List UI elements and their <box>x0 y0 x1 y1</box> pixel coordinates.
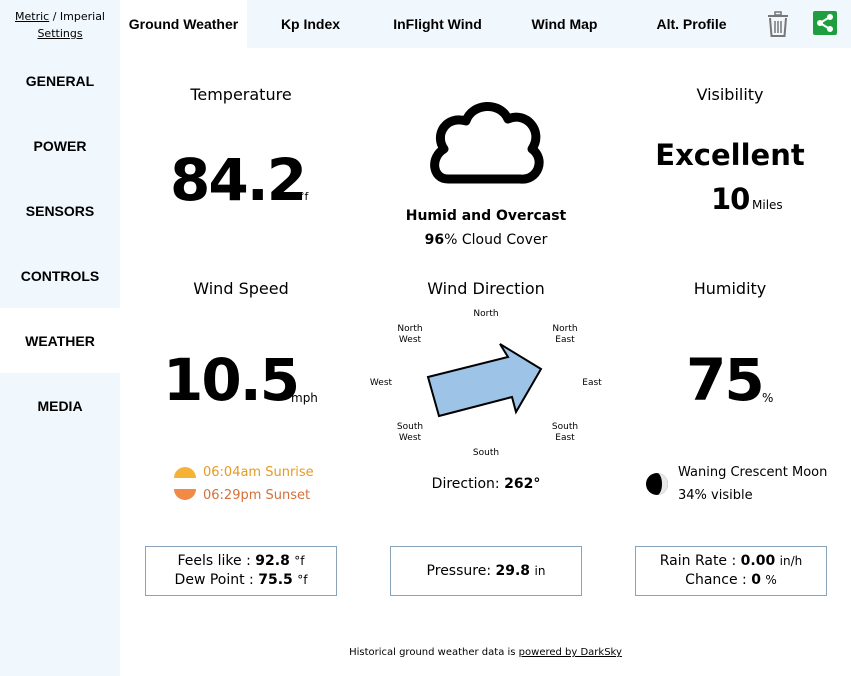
dew-point-label: Dew Point : <box>174 572 259 588</box>
rain-rate-unit: in/h <box>779 554 803 568</box>
footer-text: Historical ground weather data is <box>349 647 519 658</box>
sunrise-time: 06:04am Sunrise <box>203 465 314 480</box>
direction-value: 262° <box>504 476 541 492</box>
compass-east: East <box>582 378 602 388</box>
wind-speed-title: Wind Speed <box>193 279 289 298</box>
rain-box: Rain Rate : 0.00 in/h Chance : 0 % <box>635 546 827 596</box>
tab-inflight-wind[interactable]: InFlight Wind <box>374 0 501 48</box>
cloud-icon <box>430 102 544 184</box>
direction-label: Direction: <box>431 476 505 492</box>
dew-point-unit: °f <box>297 573 308 587</box>
imperial-option[interactable]: Imperial <box>60 10 105 23</box>
rain-rate-label: Rain Rate : <box>659 553 741 569</box>
rain-rate-value: 0.00 <box>740 553 776 569</box>
wind-speed-unit: mph <box>291 391 318 405</box>
sky-condition: Humid and Overcast <box>405 208 567 224</box>
wind-direction-readout: Direction: 262° <box>386 476 586 492</box>
sunrise-icon <box>174 467 196 478</box>
rain-rate-row: Rain Rate : 0.00 in/h <box>636 553 826 569</box>
sidebar-item-sensors[interactable]: SENSORS <box>0 178 120 243</box>
sidebar: Metric / Imperial Settings GENERAL POWER… <box>0 0 120 676</box>
trash-icon[interactable] <box>766 11 790 37</box>
pressure-box: Pressure: 29.8 in <box>390 546 582 596</box>
cloud-cover-text: % Cloud Cover <box>444 232 548 248</box>
sidebar-item-general[interactable]: GENERAL <box>0 48 120 113</box>
visibility-value: 10 <box>711 182 750 216</box>
dew-point-row: Dew Point : 75.5 °f <box>146 572 336 588</box>
darksky-link[interactable]: powered by DarkSky <box>519 647 622 658</box>
rain-chance-unit: % <box>765 573 777 587</box>
tab-ground-weather[interactable]: Ground Weather <box>120 0 247 48</box>
settings-link[interactable]: Settings <box>37 27 82 40</box>
feels-like-label: Feels like : <box>177 553 256 569</box>
feels-like-unit: °f <box>294 554 305 568</box>
rain-chance-value: 0 <box>751 572 761 588</box>
moon-icon <box>646 473 668 495</box>
metric-link[interactable]: Metric <box>15 10 49 23</box>
cloud-cover: 96% Cloud Cover <box>386 232 586 248</box>
humidity-unit: % <box>762 391 774 405</box>
sunset-time: 06:29pm Sunset <box>203 488 311 503</box>
rain-chance-row: Chance : 0 % <box>636 572 826 588</box>
pressure-label: Pressure: <box>426 563 496 579</box>
feels-like-box: Feels like : 92.8 °f Dew Point : 75.5 °f <box>145 546 337 596</box>
visibility-unit: Miles <box>752 198 783 212</box>
pressure-row: Pressure: 29.8 in <box>391 563 581 579</box>
sidebar-item-power[interactable]: POWER <box>0 113 120 178</box>
cloud-cover-value: 96 <box>424 232 445 248</box>
humidity-title: Humidity <box>693 279 767 298</box>
units-selector: Metric / Imperial Settings <box>0 8 120 42</box>
units-separator: / <box>49 10 60 23</box>
sidebar-item-controls[interactable]: CONTROLS <box>0 243 120 308</box>
dew-point-value: 75.5 <box>258 572 293 588</box>
compass-south-west: South West <box>396 422 424 443</box>
tab-alt-profile[interactable]: Alt. Profile <box>628 0 755 48</box>
tab-wind-map[interactable]: Wind Map <box>501 0 628 48</box>
compass-north-east: North East <box>552 324 578 345</box>
rain-chance-label: Chance : <box>685 572 752 588</box>
wind-speed-value: 10.5 <box>163 346 300 414</box>
compass-north: North <box>473 309 499 319</box>
moon-visible: 34% visible <box>678 488 753 503</box>
sidebar-item-media[interactable]: MEDIA <box>0 373 120 438</box>
visibility-rating: Excellent <box>655 138 805 172</box>
pressure-unit: in <box>534 564 546 578</box>
sunset-icon <box>174 489 196 500</box>
temperature-title: Temperature <box>190 85 292 104</box>
wind-arrow-icon <box>426 343 543 418</box>
humidity-value: 75 <box>686 346 765 414</box>
tab-kp-index[interactable]: Kp Index <box>247 0 374 48</box>
sidebar-item-weather[interactable]: WEATHER <box>0 308 120 373</box>
temperature-unit: °f <box>299 190 309 203</box>
temperature-value: 84.2 <box>170 146 307 214</box>
feels-like-value: 92.8 <box>255 553 290 569</box>
wind-direction-title: Wind Direction <box>427 279 545 298</box>
visibility-title: Visibility <box>696 85 764 104</box>
moon-phase: Waning Crescent Moon <box>678 465 828 480</box>
compass-south: South <box>472 448 500 458</box>
compass-south-east: South East <box>551 422 579 443</box>
feels-like-row: Feels like : 92.8 °f <box>146 553 336 569</box>
compass-west: West <box>369 378 393 388</box>
share-icon[interactable] <box>813 11 837 35</box>
pressure-value: 29.8 <box>495 563 531 579</box>
footer: Historical ground weather data is powere… <box>120 647 851 658</box>
